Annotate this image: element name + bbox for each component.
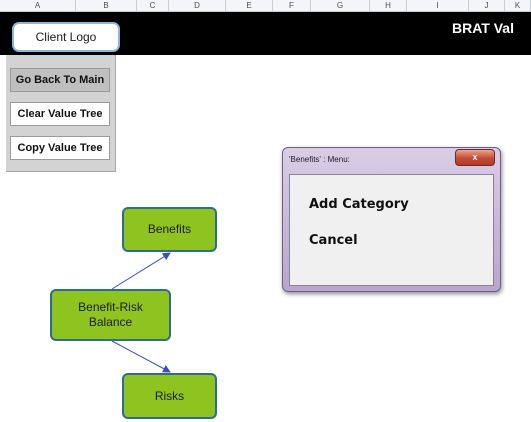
value-tree-node-benefit-risk-balance[interactable]: Benefit-Risk Balance <box>50 289 171 341</box>
add-category-menu-item[interactable]: Add Category <box>309 197 409 212</box>
column-header-j[interactable]: J <box>469 0 505 11</box>
column-header-g[interactable]: G <box>311 0 370 11</box>
column-header-k[interactable]: K <box>505 0 531 11</box>
copy-value-tree-button[interactable]: Copy Value Tree <box>10 136 110 160</box>
column-header-a[interactable]: A <box>0 0 76 11</box>
cancel-menu-item[interactable]: Cancel <box>309 233 358 248</box>
app-title: BRAT Val <box>452 20 514 36</box>
column-header-f[interactable]: F <box>273 0 311 11</box>
value-tree-node-benefits[interactable]: Benefits <box>122 207 217 252</box>
dialog-menu-area: Add Category Cancel <box>289 174 494 286</box>
column-header-e[interactable]: E <box>226 0 273 11</box>
go-back-to-main-button[interactable]: Go Back To Main <box>10 68 110 92</box>
node-label-balance-line2: Balance <box>88 315 133 329</box>
column-header-h[interactable]: H <box>370 0 407 11</box>
close-button[interactable]: x <box>455 149 495 166</box>
value-tree-node-risks[interactable]: Risks <box>122 373 217 419</box>
column-header-d[interactable]: D <box>169 0 226 11</box>
column-header-b[interactable]: B <box>76 0 137 11</box>
connector-to-risks <box>111 340 171 373</box>
connector-to-benefits <box>111 252 171 290</box>
client-logo: Client Logo <box>12 22 120 52</box>
control-panel: Go Back To Main Clear Value Tree Copy Va… <box>6 55 116 172</box>
column-header-row: A B C D E F G H I J K <box>0 0 531 12</box>
node-label-risks: Risks <box>154 388 185 403</box>
node-label-benefits: Benefits <box>147 222 192 236</box>
close-icon: x <box>472 152 478 162</box>
clear-value-tree-button[interactable]: Clear Value Tree <box>10 102 110 126</box>
benefits-menu-dialog: 'Benefits' : Menu: x Add Category Cancel <box>282 147 501 292</box>
dialog-title: 'Benefits' : Menu: <box>289 155 350 164</box>
column-header-c[interactable]: C <box>137 0 169 11</box>
column-header-i[interactable]: I <box>407 0 469 11</box>
node-label-balance-line1: Benefit-Risk <box>78 300 143 314</box>
